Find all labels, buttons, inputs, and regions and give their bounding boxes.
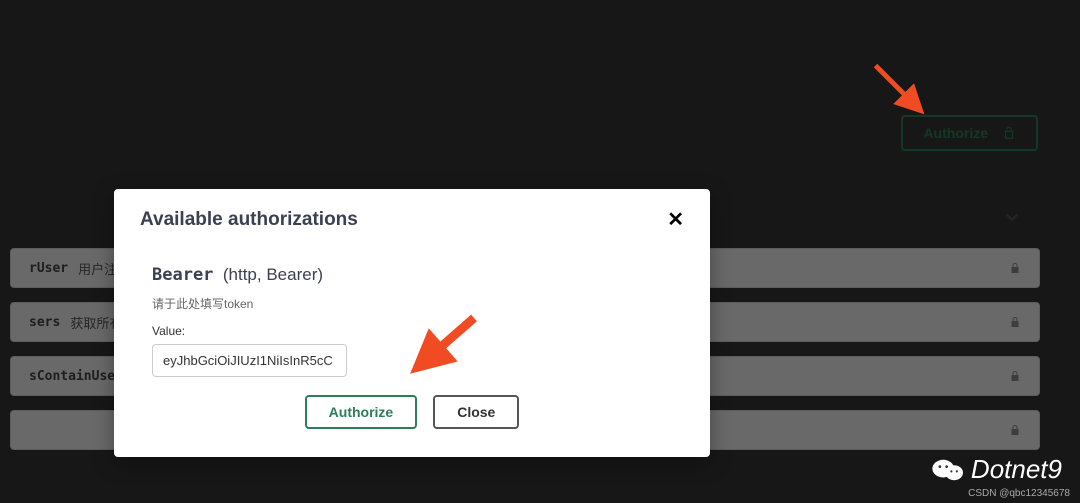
brand-watermark: Dotnet9 [931, 454, 1062, 485]
auth-scheme-title: Bearer (http, Bearer) [152, 265, 684, 285]
modal-authorize-button[interactable]: Authorize [305, 395, 418, 429]
close-icon[interactable]: ✕ [667, 210, 684, 230]
arrow-annotation-icon [410, 302, 490, 382]
modal-title: Available authorizations [140, 209, 358, 231]
auth-scheme-name: Bearer [152, 265, 213, 285]
token-input[interactable] [152, 344, 347, 377]
wechat-icon [931, 455, 965, 485]
brand-name: Dotnet9 [971, 454, 1062, 485]
arrow-annotation-icon [865, 55, 935, 125]
footer-watermark: CSDN @qbc12345678 [968, 488, 1070, 499]
auth-scheme-type: (http, Bearer) [223, 265, 323, 284]
modal-close-button[interactable]: Close [433, 395, 519, 429]
